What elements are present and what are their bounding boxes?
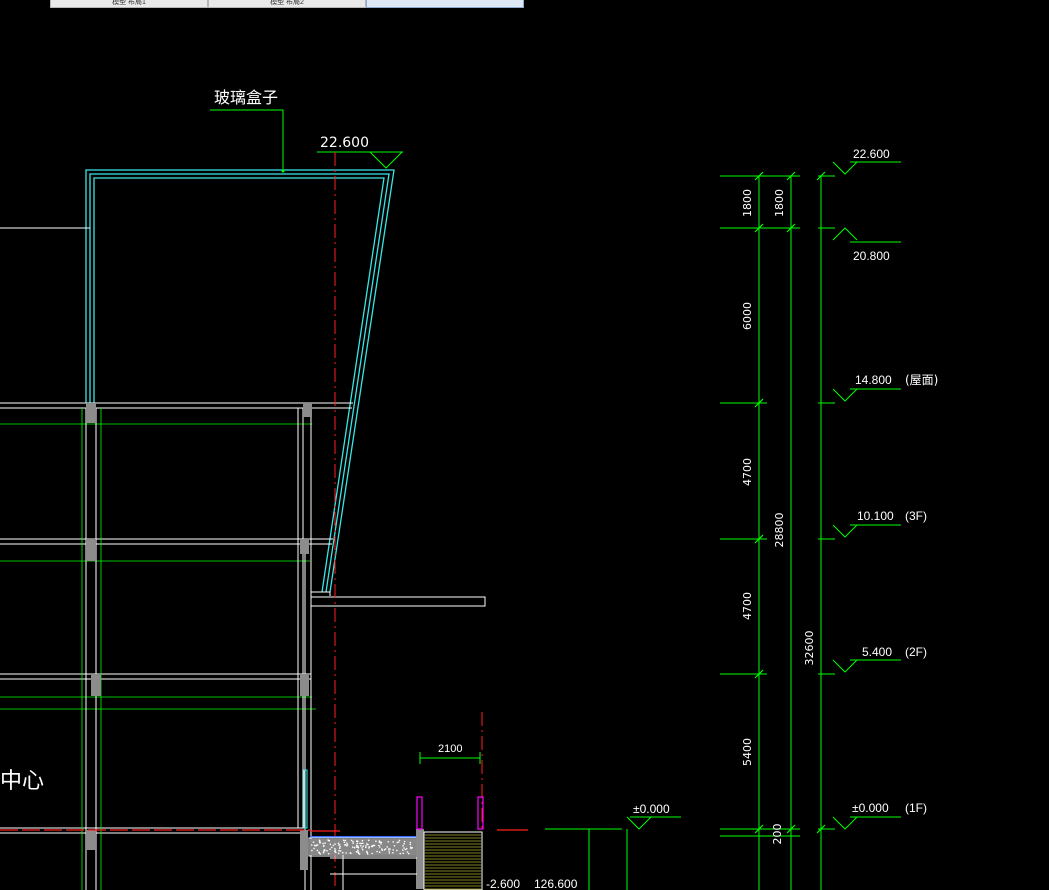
elevation-note-3f: (3F) bbox=[905, 509, 927, 523]
dim-200: 200 bbox=[771, 824, 784, 845]
dim-28800: 28800 bbox=[773, 513, 786, 548]
elevation-marker-22600 bbox=[818, 161, 901, 177]
dim-2100-text: 2100 bbox=[438, 743, 462, 755]
elevation-text-22600: 22.600 bbox=[853, 147, 890, 161]
dim-1800-b: 1800 bbox=[773, 189, 786, 217]
top-elevation-text: 22.600 bbox=[320, 135, 369, 151]
elevation-text-0000: ±0.000 bbox=[852, 801, 889, 815]
elevation-marker-20800 bbox=[818, 227, 901, 243]
glass-box-leader bbox=[210, 109, 285, 173]
cad-drawing-canvas[interactable]: 玻璃盒子 22.600 2100 ±0.000 -2.600 126.600 中… bbox=[0, 8, 1049, 890]
elev-126-text: 126.600 bbox=[534, 877, 578, 890]
tab-layout1[interactable]: 模型 布局1 bbox=[50, 0, 208, 8]
dim-6000: 6000 bbox=[741, 302, 754, 330]
elevation-marker-0000 bbox=[818, 816, 901, 830]
dim-1800-a: 1800 bbox=[741, 189, 754, 217]
elevation-text-10100: 10.100 bbox=[857, 509, 894, 523]
elevation-text-14800: 14.800 bbox=[855, 373, 892, 387]
dim-4700-b: 4700 bbox=[741, 592, 754, 620]
elevation-note-1f: (1F) bbox=[905, 801, 927, 815]
column-caps bbox=[86, 403, 312, 870]
dim-32600: 32600 bbox=[803, 631, 816, 666]
elevation-note-2f: (2F) bbox=[905, 645, 927, 659]
layout-tab-bar: 模型 布局1 模型 布局2 bbox=[0, 0, 1049, 8]
dimension-column bbox=[720, 175, 822, 890]
elevation-note-roof: (屋面) bbox=[905, 373, 938, 387]
cantilever-slab bbox=[310, 591, 486, 607]
gravel-fill bbox=[310, 839, 416, 855]
glass-box-outline bbox=[85, 169, 395, 593]
dimension-ticks bbox=[754, 171, 826, 834]
neg-elevation-text: -2.600 bbox=[486, 877, 520, 890]
dim-4700-a: 4700 bbox=[741, 458, 754, 486]
elevation-marker-10100 bbox=[818, 524, 901, 540]
tab-layout2[interactable]: 模型 布局2 bbox=[208, 0, 366, 8]
basement-lines bbox=[330, 855, 417, 890]
elevation-text-5400: 5.400 bbox=[862, 645, 892, 659]
stair-hatch bbox=[425, 834, 481, 890]
floor-slabs bbox=[0, 402, 353, 834]
room-label: 中心 bbox=[0, 769, 44, 794]
railings bbox=[416, 796, 484, 830]
top-elevation-marker bbox=[317, 151, 403, 169]
zero-elevation-text-left: ±0.000 bbox=[633, 802, 670, 816]
column-green-lines bbox=[81, 408, 102, 890]
elevation-marker-5400 bbox=[818, 659, 901, 675]
elevation-text-20800: 20.800 bbox=[853, 249, 890, 263]
columns bbox=[85, 408, 312, 890]
dimension-texts: 1800 1800 6000 4700 4700 5400 200 28800 … bbox=[741, 189, 816, 845]
thin-green-lines bbox=[0, 423, 316, 710]
elevation-marker-14800 bbox=[818, 388, 901, 404]
dim-5400: 5400 bbox=[741, 738, 754, 766]
tab-active[interactable] bbox=[366, 0, 524, 8]
basement-wall bbox=[416, 829, 424, 889]
glass-box-label: 玻璃盒子 bbox=[214, 88, 278, 107]
